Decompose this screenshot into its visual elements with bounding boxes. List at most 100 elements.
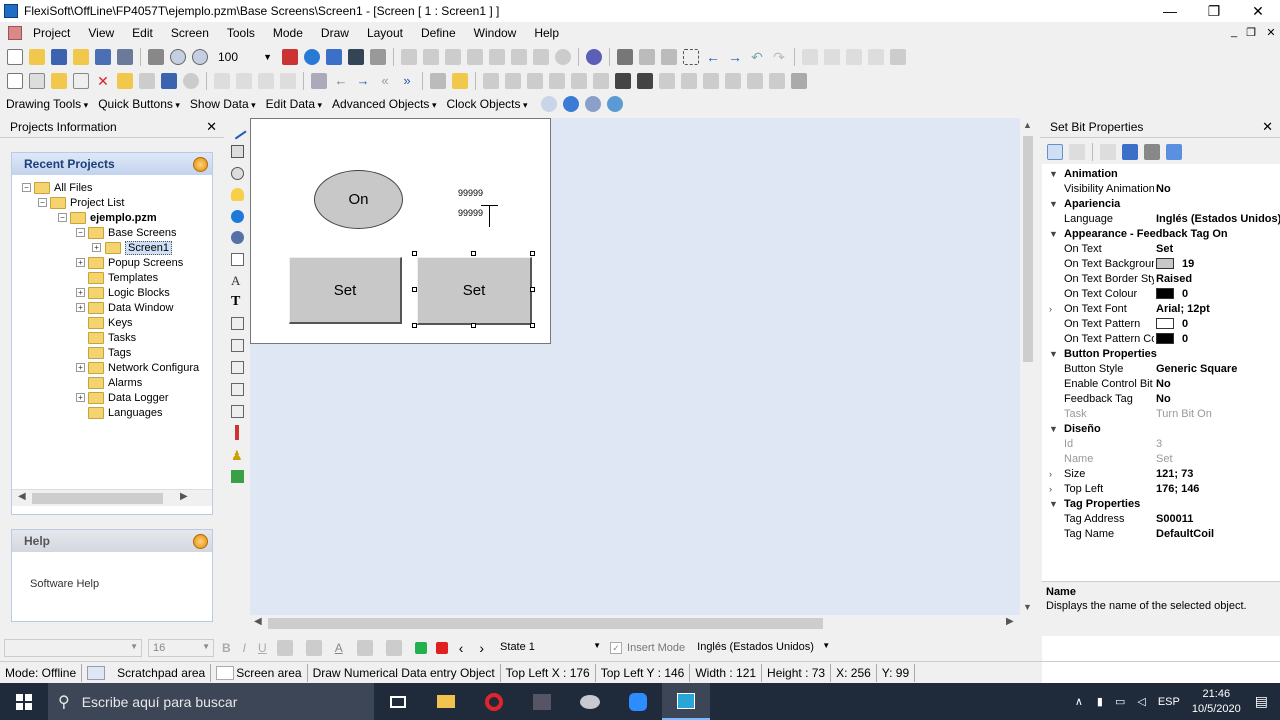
file-explorer-icon[interactable] <box>422 683 470 720</box>
property-row[interactable]: › Top Left 176; 146 <box>1042 481 1280 496</box>
taskbar-search-box[interactable]: ⚲ Escribe aquí para buscar <box>48 683 374 720</box>
binoculars-icon[interactable] <box>791 73 807 89</box>
disabled-1-icon[interactable] <box>214 73 230 89</box>
maximize-button[interactable]: ❐ <box>1192 0 1236 22</box>
property-row[interactable]: On Text Pattern Colour 0 <box>1042 331 1280 346</box>
font-size-select[interactable]: 16 ▼ <box>148 639 214 657</box>
collapse-all-files-icon[interactable]: − <box>22 183 31 192</box>
property-category[interactable]: ▼ Tag Properties <box>1042 496 1280 511</box>
collapse-base-screens-icon[interactable]: − <box>76 228 85 237</box>
delete-icon[interactable]: ✕ <box>95 73 111 89</box>
alphabetical-icon[interactable] <box>1069 144 1085 160</box>
add-icon[interactable] <box>1166 144 1182 160</box>
layout-2-icon[interactable] <box>824 49 840 65</box>
target-icon[interactable] <box>555 49 571 65</box>
zoom-app-icon[interactable] <box>614 683 662 720</box>
help-icon[interactable] <box>586 49 602 65</box>
property-value[interactable]: DefaultCoil <box>1156 528 1214 540</box>
tree-item[interactable]: Keys <box>88 315 132 330</box>
insert-mode-checkbox[interactable]: ✓ <box>610 642 623 654</box>
rectangle-tool-icon[interactable] <box>231 145 244 158</box>
projects-panel-close-button[interactable]: ✕ <box>206 119 217 135</box>
same-size-icon[interactable] <box>659 73 675 89</box>
save-icon[interactable] <box>51 49 67 65</box>
tree-item[interactable]: Alarms <box>88 375 142 390</box>
forward-icon[interactable]: → <box>355 73 371 89</box>
open-screen-icon[interactable] <box>51 73 67 89</box>
menu-layout[interactable]: Layout <box>358 26 412 40</box>
expand-icon[interactable]: + <box>76 288 85 297</box>
arrow-left-icon[interactable]: ← <box>705 49 721 65</box>
drawbar-clock-objects[interactable]: Clock Objects <box>446 97 527 111</box>
property-row[interactable]: On Text Colour 0 <box>1042 286 1280 301</box>
last-icon[interactable]: » <box>399 73 415 89</box>
property-row[interactable]: Tag Address S00011 <box>1042 511 1280 526</box>
distribute-icon[interactable] <box>890 49 906 65</box>
zoom-out-icon[interactable] <box>192 49 208 65</box>
line-tool-icon[interactable] <box>228 121 247 140</box>
selection-handle[interactable] <box>530 323 535 328</box>
expand-icon[interactable]: + <box>76 363 85 372</box>
undo-icon[interactable]: ↶ <box>749 49 765 65</box>
numeric-display-1[interactable]: 99999 <box>458 188 483 198</box>
screen-area[interactable]: On 99999 99999 Set Set <box>250 118 551 344</box>
properties-icon[interactable] <box>139 73 155 89</box>
property-row[interactable]: On Text Pattern 0 <box>1042 316 1280 331</box>
tree-item[interactable]: Tags <box>88 345 131 360</box>
arrow-right-icon[interactable]: → <box>727 49 743 65</box>
new-icon[interactable] <box>7 49 23 65</box>
cut-icon[interactable] <box>617 49 633 65</box>
hand-icon[interactable] <box>423 49 439 65</box>
clock-tool-icon[interactable] <box>231 405 244 418</box>
align-right-icon[interactable] <box>527 73 543 89</box>
property-value[interactable]: Turn Bit On <box>1156 408 1212 420</box>
ungroup-icon[interactable] <box>452 73 468 89</box>
pointer-icon[interactable] <box>401 49 417 65</box>
volume-icon[interactable]: ◁ <box>1137 695 1145 708</box>
table-tool-icon[interactable] <box>231 361 244 374</box>
minimize-button[interactable]: — <box>1148 0 1192 22</box>
trend-tool-icon[interactable] <box>231 470 244 483</box>
tree-item[interactable]: Templates <box>88 270 158 285</box>
property-row[interactable]: On Text Border StyleRaised <box>1042 271 1280 286</box>
transfer-icon[interactable] <box>370 49 386 65</box>
property-pages-icon[interactable] <box>1100 144 1116 160</box>
zoom-in-icon[interactable] <box>170 49 186 65</box>
tree-item[interactable]: Data Window <box>88 300 173 315</box>
expand-arrow-icon[interactable]: › <box>1049 469 1052 479</box>
set-button-2-selected[interactable]: Set <box>417 257 532 325</box>
grid-icon[interactable] <box>148 49 164 65</box>
folder-open-icon[interactable] <box>117 73 133 89</box>
state-select[interactable]: State 1 ▼ <box>496 639 604 657</box>
property-value[interactable]: Set <box>1156 453 1173 465</box>
expand-icon[interactable]: + <box>76 393 85 402</box>
menu-screen[interactable]: Screen <box>162 26 218 40</box>
collapse-arrow-icon[interactable]: ▼ <box>1049 424 1058 434</box>
property-value[interactable]: S00011 <box>1156 513 1193 525</box>
property-category[interactable]: ▼ Appearance - Feedback Tag On <box>1042 226 1280 241</box>
set-button-1[interactable]: Set <box>289 257 402 324</box>
menu-project[interactable]: Project <box>24 26 79 40</box>
expand-arrow-icon[interactable]: › <box>1049 484 1052 494</box>
back-icon[interactable]: ← <box>333 73 349 89</box>
expand-all-icon[interactable] <box>1122 144 1138 160</box>
property-value[interactable]: 121; 73 <box>1156 468 1193 480</box>
same-height-icon[interactable] <box>637 73 653 89</box>
collapse-project-list-icon[interactable]: − <box>38 198 47 207</box>
property-row[interactable]: Id 3 <box>1042 436 1280 451</box>
state-on-icon[interactable] <box>414 642 427 654</box>
align-icon[interactable] <box>489 49 505 65</box>
drawbar-quick-buttons[interactable]: Quick Buttons <box>98 97 180 111</box>
pen-icon[interactable] <box>311 73 327 89</box>
expand-arrow-icon[interactable]: › <box>1049 304 1052 314</box>
scrollbar-thumb[interactable] <box>32 493 163 504</box>
select-all-icon[interactable] <box>683 49 699 65</box>
keypad-tool-icon[interactable] <box>231 383 244 396</box>
alarm-tool-icon[interactable]: ♟ <box>231 448 244 463</box>
open-icon[interactable] <box>29 49 45 65</box>
disabled-4-icon[interactable] <box>280 73 296 89</box>
pattern-icon[interactable] <box>356 640 373 656</box>
page-icon[interactable] <box>73 73 89 89</box>
selection-handle[interactable] <box>412 287 417 292</box>
collapse-help-icon[interactable] <box>193 533 208 549</box>
